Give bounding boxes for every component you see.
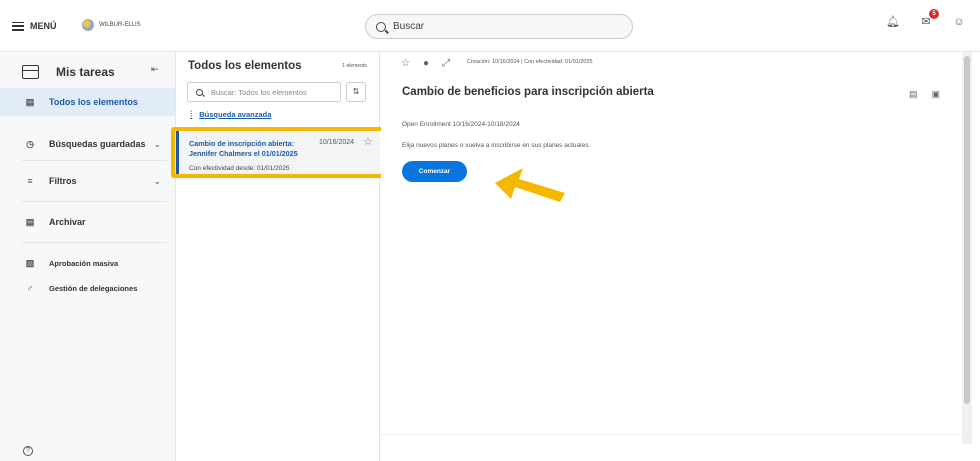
start-button[interactable]: Comenzar <box>402 161 467 182</box>
sidebar-item-label: Gestión de delegaciones <box>49 283 138 293</box>
sidebar-item-label: Búsquedas guardadas <box>49 139 146 149</box>
star-icon[interactable]: ☆ <box>401 58 410 69</box>
top-bar: MENÚ WILBUR-ELLIS Buscar 🔔︎ ✉︎ 5 ☺ <box>0 0 980 52</box>
delegate-icon: ♂ <box>26 282 34 293</box>
sidebar-item-label: Archivar <box>49 217 86 227</box>
pointer-arrow-icon <box>495 168 565 202</box>
detail-line-1: Open Enrollment 10/16/2024-10/18/2024 <box>402 121 520 128</box>
top-icons: 🔔︎ ✉︎ 5 ☺ <box>886 9 966 29</box>
detail-toolbar: ☆ ● ⤢ <box>401 58 450 69</box>
tray-icon <box>22 65 39 79</box>
filter-icon: ≡ <box>27 175 33 186</box>
document-icon[interactable]: ▤ <box>909 89 918 100</box>
bell-icon[interactable]: 🔔︎ <box>886 15 900 29</box>
sidebar-item-label: Todos los elementos <box>49 97 138 107</box>
horizontal-scrollbar[interactable] <box>381 434 964 443</box>
sidebar-item-todos[interactable]: ▤ Todos los elementos <box>0 88 175 116</box>
circle-icon[interactable]: ● <box>423 58 429 69</box>
brand-logo[interactable]: WILBUR-ELLIS <box>82 19 141 31</box>
sidebar-item-delegaciones[interactable]: ♂ Gestión de delegaciones <box>0 277 175 299</box>
sidebar-item-aprobacion[interactable]: ▧ Aprobación masiva <box>0 249 175 277</box>
list-title: Todos los elementos <box>188 60 302 72</box>
detail-line-2: Elija nuevos planes o vuelva a inscribir… <box>402 142 591 149</box>
archive-icon[interactable]: ▣ <box>931 89 940 100</box>
brand-name: WILBUR-ELLIS <box>99 22 141 28</box>
detail-pane: ☆ ● ⤢ Creación: 10/16/2024 | Con efectiv… <box>381 52 980 461</box>
sliders-icon: ⫶ <box>190 109 193 119</box>
advanced-search-link[interactable]: ⫶ Búsqueda avanzada <box>190 109 271 120</box>
detail-actions: ▤ ▣ <box>909 89 940 100</box>
scrollbar-thumb[interactable] <box>964 56 970 404</box>
approve-icon: ▧ <box>25 257 35 268</box>
global-search-label: Buscar <box>393 21 425 32</box>
hamburger-icon <box>12 21 24 31</box>
chevron-down-icon: ⌄ <box>154 139 161 149</box>
sidebar-item-label: Filtros <box>49 176 77 186</box>
sidebar-item-archivar[interactable]: ▤ Archivar <box>0 202 175 242</box>
chevron-down-icon: ⌄ <box>154 176 161 186</box>
detail-meta: Creación: 10/16/2024 | Con efectividad: … <box>467 59 593 65</box>
user-icon[interactable]: ☺ <box>952 15 966 29</box>
sidebar-header: Mis tareas ⇤ <box>0 56 175 88</box>
expand-icon[interactable]: ⤢ <box>442 58 450 69</box>
highlight-box <box>171 127 385 178</box>
advanced-search-label: Búsqueda avanzada <box>199 110 272 119</box>
sidebar-item-filtros[interactable]: ≡ Filtros ⌄ <box>0 161 175 201</box>
sidebar-item-label: Aprobación masiva <box>49 258 119 268</box>
sort-button[interactable]: ⇅ <box>346 82 366 102</box>
menu-button[interactable]: MENÚ <box>12 16 57 36</box>
sidebar-title: Mis tareas <box>56 65 115 79</box>
list-search-placeholder: Buscar: Todos los elementos <box>211 87 307 97</box>
archive-icon: ▤ <box>25 216 35 227</box>
global-search-input[interactable]: Buscar <box>365 14 633 39</box>
sidebar: Mis tareas ⇤ ▤ Todos los elementos ◷ Bús… <box>0 52 176 461</box>
divider <box>22 242 167 243</box>
sidebar-item-busquedas[interactable]: ◷ Búsquedas guardadas ⌄ <box>0 128 175 160</box>
scrollbar[interactable] <box>962 52 972 444</box>
app-window: MENÚ WILBUR-ELLIS Buscar 🔔︎ ✉︎ 5 ☺ Mis t… <box>0 0 980 461</box>
task-list-pane: Todos los elementos 1 elemento Buscar: T… <box>176 52 380 461</box>
item-count: 1 elemento <box>342 63 367 69</box>
search-icon <box>196 88 203 96</box>
menu-label: MENÚ <box>30 21 57 31</box>
doc-icon: ▤ <box>25 96 35 107</box>
history-icon: ◷ <box>26 138 34 149</box>
help-icon[interactable]: ? <box>23 446 33 456</box>
collapse-icon[interactable]: ⇤ <box>151 64 159 75</box>
logo-icon <box>82 19 94 31</box>
inbox-icon[interactable]: ✉︎ 5 <box>919 9 939 29</box>
detail-title: Cambio de beneficios para inscripción ab… <box>402 86 654 98</box>
search-icon <box>376 21 386 32</box>
inbox-badge: 5 <box>929 9 939 19</box>
list-search-input[interactable]: Buscar: Todos los elementos <box>187 82 341 102</box>
